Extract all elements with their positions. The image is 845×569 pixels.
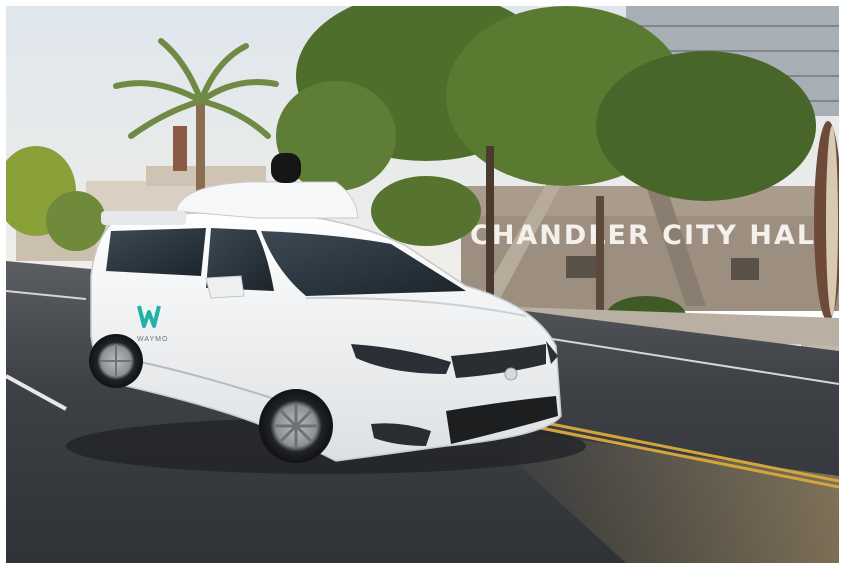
street-photo: CHANDLER CITY HALL WAYMO	[6, 6, 839, 563]
photo-frame: CHANDLER CITY HALL WAYMO	[6, 6, 839, 563]
waymo-logo-text: WAYMO	[137, 336, 168, 343]
city-hall-sign: CHANDLER CITY HALL	[470, 220, 835, 251]
lidar-sensor	[271, 153, 301, 183]
